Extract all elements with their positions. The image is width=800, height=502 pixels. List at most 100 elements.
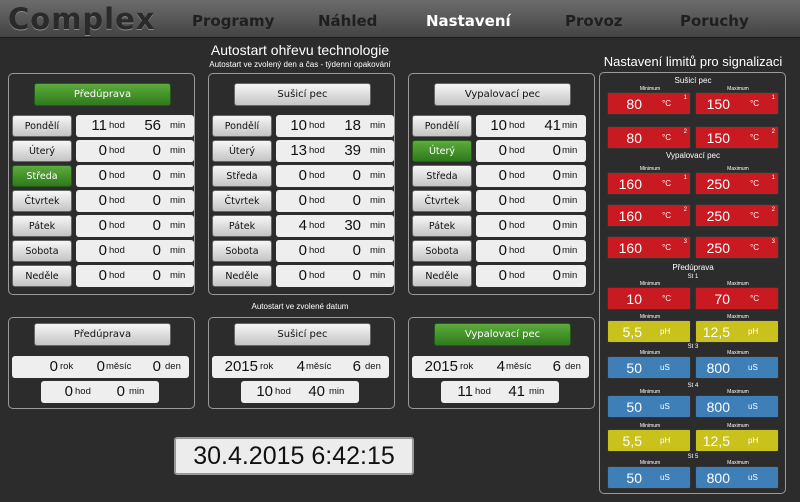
- limit-value: 150: [706, 130, 730, 146]
- day-button-2-0[interactable]: Pondělí: [412, 115, 472, 137]
- limit-min-field[interactable]: 160 °C 3: [607, 236, 691, 259]
- limit-max-field[interactable]: 250 °C 2: [695, 204, 779, 227]
- day-button-2-5[interactable]: Sobota: [412, 240, 472, 262]
- date-row-2[interactable]: 2015 rok 4 měsíc 6 den: [412, 356, 589, 378]
- hour-unit: hod: [509, 195, 525, 206]
- time-row-0-0[interactable]: 11 hod 56 min: [76, 115, 194, 137]
- nav-provoz[interactable]: Provoz: [565, 12, 623, 30]
- minute-value: 0: [552, 242, 561, 259]
- limit-min-field[interactable]: 80 °C 1: [607, 92, 691, 115]
- time-row-0-2[interactable]: 0 hod 0 min: [76, 165, 194, 187]
- limit-value: 12,5: [702, 324, 730, 340]
- limit-min-field[interactable]: 160 °C 1: [607, 172, 691, 195]
- time-row-0-5[interactable]: 0 hod 0 min: [76, 240, 194, 262]
- day-button-0-1[interactable]: Úterý: [12, 140, 72, 162]
- time-row-2-5[interactable]: 0 hod 0 min: [476, 240, 586, 262]
- dated-time-row-0[interactable]: 0 hod 0 min: [41, 381, 159, 403]
- time-row-0-3[interactable]: 0 hod 0 min: [76, 190, 194, 212]
- day-button-0-2[interactable]: Středa: [12, 165, 72, 187]
- day-button-2-3[interactable]: Čtvrtek: [412, 190, 472, 212]
- day-button-0-6[interactable]: Neděle: [12, 265, 72, 287]
- minute-unit: min: [170, 245, 186, 256]
- time-row-2-1[interactable]: 0 hod 0 min: [476, 140, 586, 162]
- dated-program-button-2[interactable]: Vypalovací pec: [434, 323, 571, 346]
- limit-max-field[interactable]: 70 °C: [695, 287, 779, 310]
- day-button-1-1[interactable]: Úterý: [212, 140, 272, 162]
- time-row-1-5[interactable]: 0 hod 0 min: [276, 240, 394, 262]
- limit-min-field[interactable]: 80 °C 2: [607, 126, 691, 149]
- day-button-1-4[interactable]: Pátek: [212, 215, 272, 237]
- time-row-2-2[interactable]: 0 hod 0 min: [476, 165, 586, 187]
- hour-unit: hod: [509, 245, 525, 256]
- date-row-0[interactable]: 0 rok 0 měsíc 0 den: [12, 356, 189, 378]
- day-button-2-2[interactable]: Středa: [412, 165, 472, 187]
- weekly-program-button-1[interactable]: Sušicí pec: [234, 83, 371, 106]
- time-row-1-4[interactable]: 4 hod 30 min: [276, 215, 394, 237]
- time-row-2-4[interactable]: 0 hod 0 min: [476, 215, 586, 237]
- limit-max-field[interactable]: 800 uS: [695, 466, 779, 489]
- day-button-0-0[interactable]: Pondělí: [12, 115, 72, 137]
- limit-value: 12,5: [702, 433, 730, 449]
- nav-nastaveni[interactable]: Nastavení: [426, 12, 511, 30]
- day-button-2-6[interactable]: Neděle: [412, 265, 472, 287]
- nav-poruchy[interactable]: Poruchy: [680, 12, 749, 30]
- day-button-1-3[interactable]: Čtvrtek: [212, 190, 272, 212]
- limit-max-field[interactable]: 800 uS: [695, 356, 779, 379]
- hour-unit: hod: [309, 170, 325, 181]
- limit-min-field[interactable]: 50 uS: [607, 356, 691, 379]
- nav-nahled[interactable]: Náhled: [318, 12, 377, 30]
- limit-max-field[interactable]: 150 °C 2: [695, 126, 779, 149]
- dated-program-button-1[interactable]: Sušicí pec: [234, 323, 371, 346]
- time-row-1-2[interactable]: 0 hod 0 min: [276, 165, 394, 187]
- minute-unit: min: [129, 386, 145, 397]
- time-row-2-3[interactable]: 0 hod 0 min: [476, 190, 586, 212]
- limit-max-field[interactable]: 150 °C 1: [695, 92, 779, 115]
- day-button-0-4[interactable]: Pátek: [12, 215, 72, 237]
- hour-unit: hod: [75, 386, 91, 397]
- weekly-program-button-0[interactable]: Předúprava: [34, 83, 171, 106]
- dated-program-button-0[interactable]: Předúprava: [34, 323, 171, 346]
- day-button-2-4[interactable]: Pátek: [412, 215, 472, 237]
- limit-min-field[interactable]: 50 uS: [607, 395, 691, 418]
- limit-min-field[interactable]: 50 uS: [607, 466, 691, 489]
- dated-time-row-2[interactable]: 11 hod 41 min: [441, 381, 559, 403]
- limit-max-field[interactable]: 250 °C 1: [695, 172, 779, 195]
- limit-max-field[interactable]: 250 °C 3: [695, 236, 779, 259]
- minute-unit: min: [370, 170, 386, 181]
- time-row-0-1[interactable]: 0 hod 0 min: [76, 140, 194, 162]
- day-button-1-0[interactable]: Pondělí: [212, 115, 272, 137]
- dated-time-row-1[interactable]: 10 hod 40 min: [241, 381, 359, 403]
- time-row-2-6[interactable]: 0 hod 0 min: [476, 265, 586, 287]
- minute-unit: min: [370, 145, 386, 156]
- day-button-2-1[interactable]: Úterý: [412, 140, 472, 162]
- limit-max-field[interactable]: 12,5 pH: [695, 429, 779, 452]
- minute-unit: min: [562, 220, 578, 231]
- limit-min-field[interactable]: 10 °C: [607, 287, 691, 310]
- time-row-0-6[interactable]: 0 hod 0 min: [76, 265, 194, 287]
- time-row-2-0[interactable]: 10 hod 41 min: [476, 115, 586, 137]
- minute-unit: min: [370, 245, 386, 256]
- hour-value: 0: [64, 383, 73, 400]
- limit-max-field[interactable]: 800 uS: [695, 395, 779, 418]
- hour-value: 10: [256, 383, 273, 400]
- limit-unit: °C: [662, 294, 671, 303]
- limit-max-field[interactable]: 12,5 pH: [695, 320, 779, 343]
- hour-unit: hod: [109, 195, 125, 206]
- day-button-1-2[interactable]: Středa: [212, 165, 272, 187]
- limit-min-field[interactable]: 5,5 pH: [607, 429, 691, 452]
- limit-min-field[interactable]: 5,5 pH: [607, 320, 691, 343]
- time-row-1-3[interactable]: 0 hod 0 min: [276, 190, 394, 212]
- day-button-0-3[interactable]: Čtvrtek: [12, 190, 72, 212]
- date-row-1[interactable]: 2015 rok 4 měsíc 6 den: [212, 356, 389, 378]
- day-button-0-5[interactable]: Sobota: [12, 240, 72, 262]
- day-button-1-6[interactable]: Neděle: [212, 265, 272, 287]
- day-button-1-5[interactable]: Sobota: [212, 240, 272, 262]
- weekly-program-button-2[interactable]: Vypalovací pec: [434, 83, 571, 106]
- limit-min-field[interactable]: 160 °C 2: [607, 204, 691, 227]
- hour-value: 11: [457, 383, 473, 400]
- time-row-1-1[interactable]: 13 hod 39 min: [276, 140, 394, 162]
- time-row-1-0[interactable]: 10 hod 18 min: [276, 115, 394, 137]
- time-row-0-4[interactable]: 0 hod 0 min: [76, 215, 194, 237]
- time-row-1-6[interactable]: 0 hod 0 min: [276, 265, 394, 287]
- nav-programy[interactable]: Programy: [192, 12, 274, 30]
